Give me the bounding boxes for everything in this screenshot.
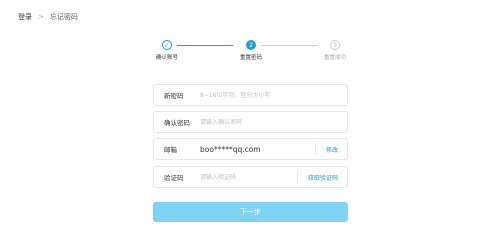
- step-confirm-account: ✓ 确认账号: [147, 40, 187, 61]
- check-icon: ✓: [162, 40, 172, 50]
- next-step-button[interactable]: 下一步: [153, 202, 348, 222]
- step-label: 重置密码: [239, 55, 262, 61]
- step-number: 3: [330, 40, 340, 50]
- step-number: 2: [246, 40, 256, 50]
- verification-code-label: 验证码: [164, 174, 184, 182]
- edit-email-link[interactable]: 修改: [314, 143, 347, 155]
- verification-code-field: 验证码 获取验证码: [153, 166, 348, 188]
- email-value: boo*****qq.com: [200, 144, 261, 154]
- confirm-password-field: 确认密码: [153, 111, 348, 133]
- new-password-input[interactable]: [200, 91, 347, 99]
- breadcrumb-current: 忘记密码: [49, 13, 78, 21]
- breadcrumb-separator: >: [38, 13, 44, 21]
- breadcrumb-login-link[interactable]: 登录: [18, 12, 32, 22]
- confirm-password-label: 确认密码: [164, 119, 190, 127]
- email-field: 邮箱 boo*****qq.com 修改: [153, 138, 348, 160]
- new-password-label: 新密码: [164, 92, 184, 100]
- email-label: 邮箱: [164, 146, 177, 154]
- confirm-password-input[interactable]: [200, 118, 347, 126]
- step-label: 重置成功: [323, 55, 346, 61]
- new-password-field: 新密码: [153, 84, 348, 106]
- verification-code-input[interactable]: [200, 173, 297, 181]
- step-reset-success: 3 重置成功: [315, 40, 355, 61]
- breadcrumb: 登录 > 忘记密码: [18, 12, 78, 22]
- get-code-button[interactable]: 获取验证码: [296, 171, 347, 183]
- progress-steps: ✓ 确认账号 2 重置密码 3 重置成功: [153, 40, 349, 64]
- step-label: 确认账号: [155, 55, 178, 61]
- step-reset-password: 2 重置密码: [231, 40, 271, 61]
